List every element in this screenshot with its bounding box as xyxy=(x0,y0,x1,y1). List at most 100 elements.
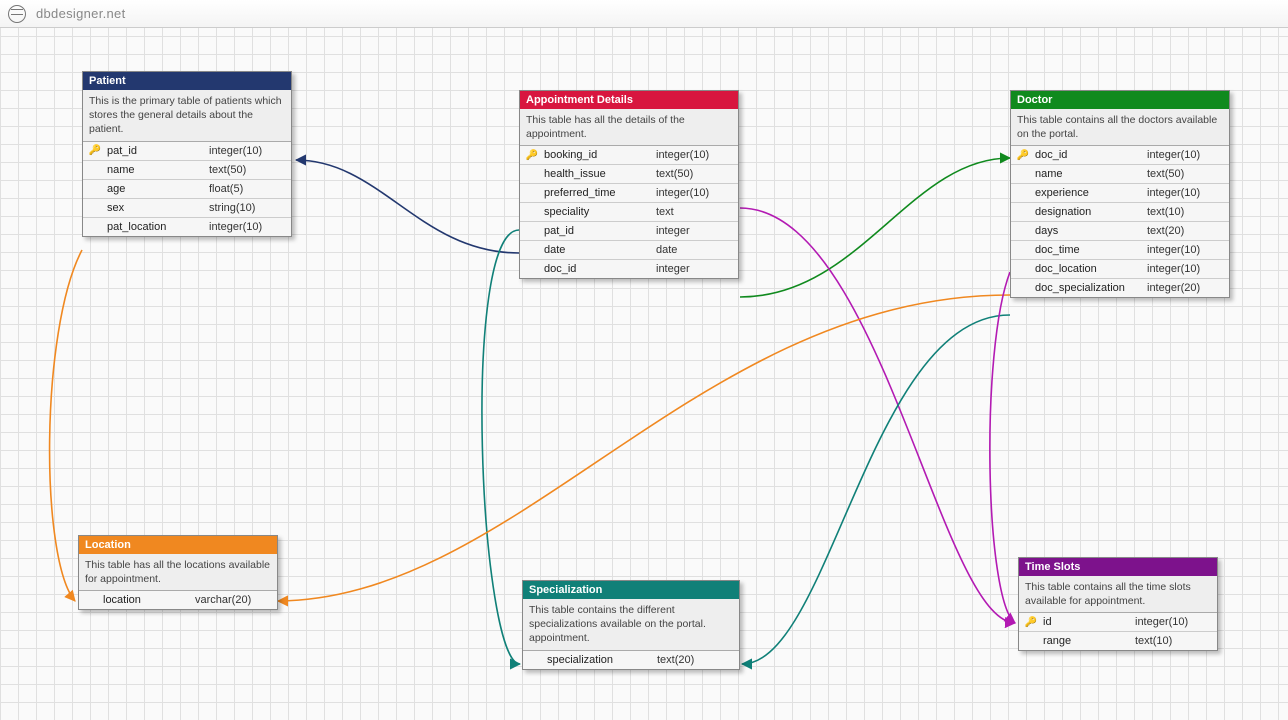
column-type: text xyxy=(656,206,734,218)
table-description: This table contains the different specia… xyxy=(523,599,739,651)
column-type: text(20) xyxy=(657,654,735,666)
table-header[interactable]: Time Slots xyxy=(1019,558,1217,576)
column-row[interactable]: 🔑experienceinteger(10) xyxy=(1011,183,1229,202)
table-header[interactable]: Location xyxy=(79,536,277,554)
column-type: integer(10) xyxy=(1147,187,1225,199)
column-row[interactable]: 🔑 booking_id integer(10) xyxy=(520,146,738,164)
column-name: pat_id xyxy=(544,225,652,237)
column-row[interactable]: 🔑daystext(20) xyxy=(1011,221,1229,240)
column-name: doc_specialization xyxy=(1035,282,1143,294)
table-header[interactable]: Appointment Details xyxy=(520,91,738,109)
column-type: integer(10) xyxy=(1135,616,1213,628)
table-columns: 🔑doc_idinteger(10)🔑nametext(50)🔑experien… xyxy=(1011,146,1229,297)
table-header[interactable]: Doctor xyxy=(1011,91,1229,109)
column-row[interactable]: 🔑designationtext(10) xyxy=(1011,202,1229,221)
table-columns: 🔑 id integer(10)🔑 range text(10) xyxy=(1019,613,1217,650)
column-row[interactable]: 🔑specialitytext xyxy=(520,202,738,221)
column-row[interactable]: 🔑nametext(50) xyxy=(83,160,291,179)
column-type: float(5) xyxy=(209,183,287,195)
column-row[interactable]: 🔑sexstring(10) xyxy=(83,198,291,217)
column-type: integer xyxy=(656,225,734,237)
key-icon: 🔑 xyxy=(87,145,103,156)
table-columns: 🔑locationvarchar(20) xyxy=(79,591,277,609)
column-type: text(50) xyxy=(1147,168,1225,180)
key-icon: 🔑 xyxy=(524,150,540,161)
brand-label: dbdesigner.net xyxy=(36,6,126,21)
key-icon: 🔑 xyxy=(1023,617,1039,628)
column-row[interactable]: 🔑pat_locationinteger(10) xyxy=(83,217,291,236)
column-row[interactable]: 🔑datedate xyxy=(520,240,738,259)
column-row[interactable]: 🔑health_issuetext(50) xyxy=(520,164,738,183)
table-timeslots[interactable]: Time Slots This table contains all the t… xyxy=(1018,557,1218,651)
database-icon xyxy=(8,5,26,23)
column-row[interactable]: 🔑preferred_timeinteger(10) xyxy=(520,183,738,202)
table-columns: 🔑specializationtext(20) xyxy=(523,651,739,669)
column-name: location xyxy=(103,594,191,606)
column-row[interactable]: 🔑 id integer(10) xyxy=(1019,613,1217,631)
column-type: integer xyxy=(656,263,734,275)
column-type: date xyxy=(656,244,734,256)
column-name: experience xyxy=(1035,187,1143,199)
table-description: This table has all the locations availab… xyxy=(79,554,277,591)
column-type: text(50) xyxy=(209,164,287,176)
table-patient[interactable]: Patient This is the primary table of pat… xyxy=(82,71,292,237)
column-name: booking_id xyxy=(544,149,652,161)
table-specialization[interactable]: Specialization This table contains the d… xyxy=(522,580,740,670)
column-name: age xyxy=(107,183,205,195)
table-doctor[interactable]: Doctor This table contains all the docto… xyxy=(1010,90,1230,298)
column-name: name xyxy=(1035,168,1143,180)
table-appointment[interactable]: Appointment Details This table has all t… xyxy=(519,90,739,279)
column-name: sex xyxy=(107,202,205,214)
column-row[interactable]: 🔑agefloat(5) xyxy=(83,179,291,198)
column-type: string(10) xyxy=(209,202,287,214)
table-location[interactable]: Location This table has all the location… xyxy=(78,535,278,610)
column-row[interactable]: 🔑doc_idinteger xyxy=(520,259,738,278)
column-name: pat_location xyxy=(107,221,205,233)
table-header[interactable]: Patient xyxy=(83,72,291,90)
column-row[interactable]: 🔑 pat_id integer(10) xyxy=(83,142,291,160)
column-type: integer(10) xyxy=(209,145,287,157)
column-name: doc_time xyxy=(1035,244,1143,256)
table-header[interactable]: Specialization xyxy=(523,581,739,599)
top-bar: dbdesigner.net xyxy=(0,0,1288,28)
column-name: doc_id xyxy=(544,263,652,275)
column-name: days xyxy=(1035,225,1143,237)
table-description: This table contains all the doctors avai… xyxy=(1011,109,1229,146)
column-name: range xyxy=(1043,635,1131,647)
column-type: integer(10) xyxy=(1147,149,1225,161)
column-row[interactable]: 🔑doc_timeinteger(10) xyxy=(1011,240,1229,259)
column-row[interactable]: 🔑doc_specializationinteger(20) xyxy=(1011,278,1229,297)
column-row[interactable]: 🔑doc_idinteger(10) xyxy=(1011,146,1229,164)
table-description: This table has all the details of the ap… xyxy=(520,109,738,146)
column-type: integer(10) xyxy=(1147,263,1225,275)
column-type: text(10) xyxy=(1147,206,1225,218)
column-name: doc_location xyxy=(1035,263,1143,275)
column-type: integer(10) xyxy=(656,149,734,161)
column-row[interactable]: 🔑doc_locationinteger(10) xyxy=(1011,259,1229,278)
column-row[interactable]: 🔑specializationtext(20) xyxy=(523,651,739,669)
column-row[interactable]: 🔑pat_idinteger xyxy=(520,221,738,240)
column-name: preferred_time xyxy=(544,187,652,199)
column-type: integer(10) xyxy=(656,187,734,199)
column-name: pat_id xyxy=(107,145,205,157)
column-row[interactable]: 🔑locationvarchar(20) xyxy=(79,591,277,609)
column-row[interactable]: 🔑rangetext(10) xyxy=(1019,631,1217,650)
table-columns: 🔑 booking_id integer(10)🔑 health_issue text(… xyxy=(520,146,738,278)
column-type: varchar(20) xyxy=(195,594,273,606)
column-type: text(10) xyxy=(1135,635,1213,647)
column-name: speciality xyxy=(544,206,652,218)
column-name: specialization xyxy=(547,654,653,666)
table-description: This is the primary table of patients wh… xyxy=(83,90,291,142)
column-type: integer(10) xyxy=(209,221,287,233)
table-columns: 🔑 pat_id integer(10)🔑nametext(50) 🔑 age float… xyxy=(83,142,291,236)
column-name: health_issue xyxy=(544,168,652,180)
column-name: id xyxy=(1043,616,1131,628)
column-name: doc_id xyxy=(1035,149,1143,161)
column-type: text(50) xyxy=(656,168,734,180)
column-row[interactable]: 🔑nametext(50) xyxy=(1011,164,1229,183)
column-type: text(20) xyxy=(1147,225,1225,237)
column-type: integer(20) xyxy=(1147,282,1225,294)
column-type: integer(10) xyxy=(1147,244,1225,256)
table-description: This table contains all the time slots a… xyxy=(1019,576,1217,613)
column-name: designation xyxy=(1035,206,1143,218)
